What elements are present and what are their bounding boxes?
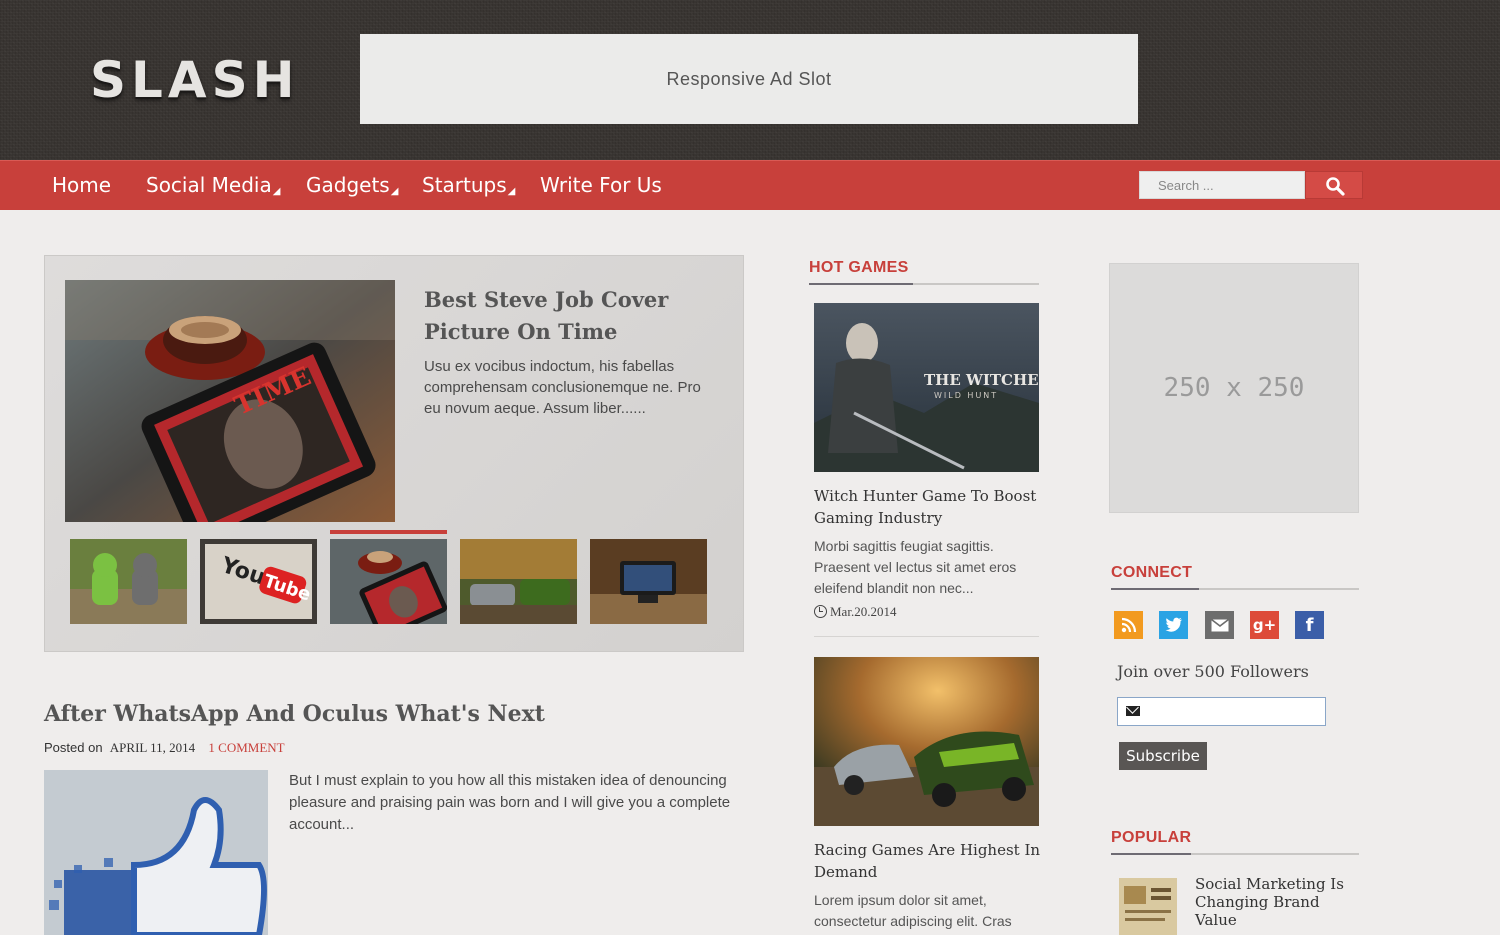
witcher-logo-text: THE WITCHER 3	[924, 371, 1039, 389]
game-title[interactable]: Witch Hunter Game To Boost Gaming Indust…	[814, 485, 1042, 529]
slider-thumbnail[interactable]: You Tube	[200, 539, 317, 624]
connect-heading: CONNECT	[1111, 564, 1359, 590]
dropdown-caret-icon: ◢	[272, 186, 281, 197]
post-meta: Posted on APRIL 11, 2014 1 COMMENT	[44, 740, 285, 756]
magnifier-icon	[1326, 177, 1345, 196]
email-subscribe-field[interactable]	[1117, 697, 1326, 726]
search-input[interactable]: Search ...	[1139, 171, 1305, 199]
popular-post-title[interactable]: Social Marketing Is Changing Brand Value	[1195, 875, 1345, 929]
join-followers-text: Join over 500 Followers	[1117, 662, 1309, 681]
clock-icon	[814, 605, 827, 618]
game-image-witcher[interactable]: THE WITCHER 3 WILD HUNT	[814, 303, 1039, 472]
slider-thumbnail[interactable]	[590, 539, 707, 624]
search-button[interactable]	[1305, 171, 1363, 199]
post-excerpt: But I must explain to you how all this m…	[289, 772, 731, 833]
featured-excerpt: Usu ex vocibus indoctum, his fabellas co…	[424, 358, 701, 417]
popular-heading: POPULAR	[1111, 829, 1359, 855]
dropdown-caret-icon: ◢	[507, 186, 516, 197]
ad-slot-250[interactable]: 250 x 250	[1109, 263, 1359, 513]
slider-thumbnail[interactable]	[330, 539, 447, 624]
post-comments-link[interactable]: 1 COMMENT	[208, 740, 284, 755]
site-logo[interactable]: SLASH	[90, 52, 299, 108]
subscribe-button[interactable]: Subscribe	[1119, 742, 1207, 770]
heading-underline	[809, 283, 913, 285]
rss-icon[interactable]	[1114, 611, 1143, 639]
twitter-icon[interactable]	[1159, 611, 1188, 639]
game-title[interactable]: Racing Games Are Highest In Demand	[814, 839, 1042, 883]
nav-item-social-media[interactable]: Social Media◢	[146, 161, 280, 209]
posted-on-label: Posted on	[44, 740, 103, 755]
nav-item-label: Startups	[422, 173, 507, 197]
nav-item-label: Home	[52, 173, 112, 197]
section-heading-label: POPULAR	[1111, 829, 1192, 846]
nav-item-label: Social Media	[146, 173, 272, 197]
main-nav: Home Social Media◢ Gadgets◢ Startups◢ Wr…	[0, 160, 1500, 210]
post-title[interactable]: After WhatsApp And Oculus What's Next	[44, 697, 744, 731]
envelope-icon	[1126, 706, 1140, 716]
nav-item-label: Gadgets	[306, 173, 390, 197]
google-plus-icon[interactable]: g+	[1250, 611, 1279, 639]
active-thumbnail-indicator	[330, 530, 447, 534]
heading-underline	[1111, 853, 1191, 855]
game-date: Mar.20.2014	[814, 604, 896, 620]
section-heading-label: CONNECT	[1111, 564, 1193, 581]
game-image-racing[interactable]	[814, 657, 1039, 826]
witcher-logo-subtext: WILD HUNT	[934, 391, 998, 400]
ad-slot-banner[interactable]: Responsive Ad Slot	[360, 34, 1138, 124]
nav-item-label: Write For Us	[540, 173, 662, 197]
section-heading-label: HOT GAMES	[809, 259, 909, 276]
featured-slider: TIME Best Steve Job Cover Picture On Tim…	[44, 255, 744, 652]
heading-underline	[1111, 588, 1199, 590]
facebook-icon[interactable]: f	[1295, 611, 1324, 639]
game-excerpt: Morbi sagittis feugiat sagittis. Praesen…	[814, 538, 1017, 596]
nav-item-startups[interactable]: Startups◢	[422, 161, 515, 209]
nav-item-write-for-us[interactable]: Write For Us	[540, 161, 662, 209]
post-date: APRIL 11, 2014	[109, 740, 196, 755]
featured-image[interactable]: TIME	[65, 280, 395, 522]
game-date-text: Mar.20.2014	[830, 604, 897, 619]
post-thumbnail[interactable]	[44, 770, 268, 935]
site-header: SLASH Responsive Ad Slot	[0, 0, 1500, 160]
dropdown-caret-icon: ◢	[390, 186, 399, 197]
nav-item-gadgets[interactable]: Gadgets◢	[306, 161, 398, 209]
game-excerpt: Lorem ipsum dolor sit amet, consectetur …	[814, 892, 1012, 929]
popular-post-thumbnail[interactable]	[1119, 878, 1177, 935]
slider-thumbnail[interactable]	[70, 539, 187, 624]
hot-games-heading: HOT GAMES	[809, 259, 1039, 285]
divider	[814, 636, 1039, 637]
featured-title[interactable]: Best Steve Job Cover Picture On Time	[424, 284, 724, 348]
email-icon[interactable]	[1205, 611, 1234, 639]
nav-item-home[interactable]: Home	[52, 161, 111, 209]
slider-thumbnail[interactable]	[460, 539, 577, 624]
